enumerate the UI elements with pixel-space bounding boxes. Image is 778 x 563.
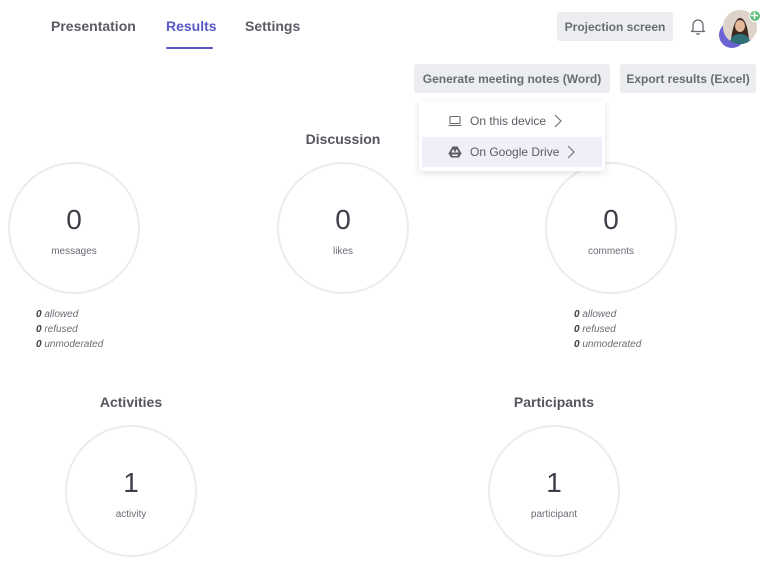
generate-meeting-notes-button[interactable]: Generate meeting notes (Word) [414, 64, 610, 93]
stat-count: 0 [574, 324, 580, 335]
stat-count: 0 [36, 339, 42, 350]
activities-label: activity [115, 509, 147, 520]
bell-icon[interactable] [688, 16, 708, 36]
messages-moderation-stats: 0 allowed 0 refused 0 unmoderated [36, 307, 103, 352]
stat-count: 0 [574, 339, 580, 350]
messages-counter: 0 messages [8, 162, 140, 294]
stat-count: 0 [36, 324, 42, 335]
chevron-right-icon [567, 145, 576, 159]
stat-label: allowed [582, 309, 617, 320]
projection-screen-button[interactable]: Projection screen [557, 12, 673, 41]
participants-title: Participants [513, 394, 595, 410]
dropdown-item-this-device[interactable]: On this device [422, 106, 602, 136]
likes-counter: 0 likes [277, 162, 409, 294]
tab-presentation[interactable]: Presentation [51, 18, 136, 34]
meeting-notes-dropdown: On this device On Google Drive [419, 101, 605, 171]
chevron-right-icon [554, 114, 562, 128]
messages-label: messages [51, 246, 97, 257]
stat-row: 0 refused [574, 322, 641, 337]
stat-count: 0 [36, 309, 42, 320]
participants-label: participant [530, 509, 578, 520]
dropdown-item-google-drive[interactable]: On Google Drive [422, 137, 602, 167]
stat-label: refused [582, 324, 616, 335]
discussion-title: Discussion [305, 131, 381, 147]
messages-count: 0 [66, 204, 82, 235]
comments-moderation-stats: 0 allowed 0 refused 0 unmoderated [574, 307, 641, 352]
comments-label: comments [587, 246, 635, 257]
comments-counter: 0 comments [545, 162, 677, 294]
stat-row: 0 allowed [574, 307, 641, 322]
stat-row: 0 unmoderated [574, 337, 641, 352]
dropdown-item-label: On this device [470, 114, 547, 128]
stat-label: unmoderated [582, 339, 642, 350]
stat-row: 0 allowed [36, 307, 103, 322]
avatar-status-icon [749, 10, 761, 22]
likes-label: likes [332, 246, 353, 257]
activities-count: 1 [123, 467, 139, 498]
likes-count: 0 [335, 204, 351, 235]
laptop-icon [448, 114, 462, 128]
active-tab-indicator [166, 47, 213, 49]
activities-counter: 1 activity [65, 425, 197, 557]
stat-count: 0 [574, 309, 580, 320]
participants-count: 1 [546, 467, 562, 498]
stat-label: allowed [44, 309, 79, 320]
dropdown-item-label: On Google Drive [470, 145, 560, 159]
stat-label: unmoderated [44, 339, 104, 350]
activities-title: Activities [99, 394, 163, 410]
tab-results[interactable]: Results [166, 18, 217, 34]
export-results-button[interactable]: Export results (Excel) [620, 64, 756, 93]
tab-settings[interactable]: Settings [245, 18, 300, 34]
participants-counter: 1 participant [488, 425, 620, 557]
stat-label: refused [44, 324, 78, 335]
google-drive-icon [448, 145, 462, 159]
stat-row: 0 unmoderated [36, 337, 103, 352]
user-avatar[interactable] [719, 10, 763, 50]
stat-row: 0 refused [36, 322, 103, 337]
comments-count: 0 [603, 204, 619, 235]
